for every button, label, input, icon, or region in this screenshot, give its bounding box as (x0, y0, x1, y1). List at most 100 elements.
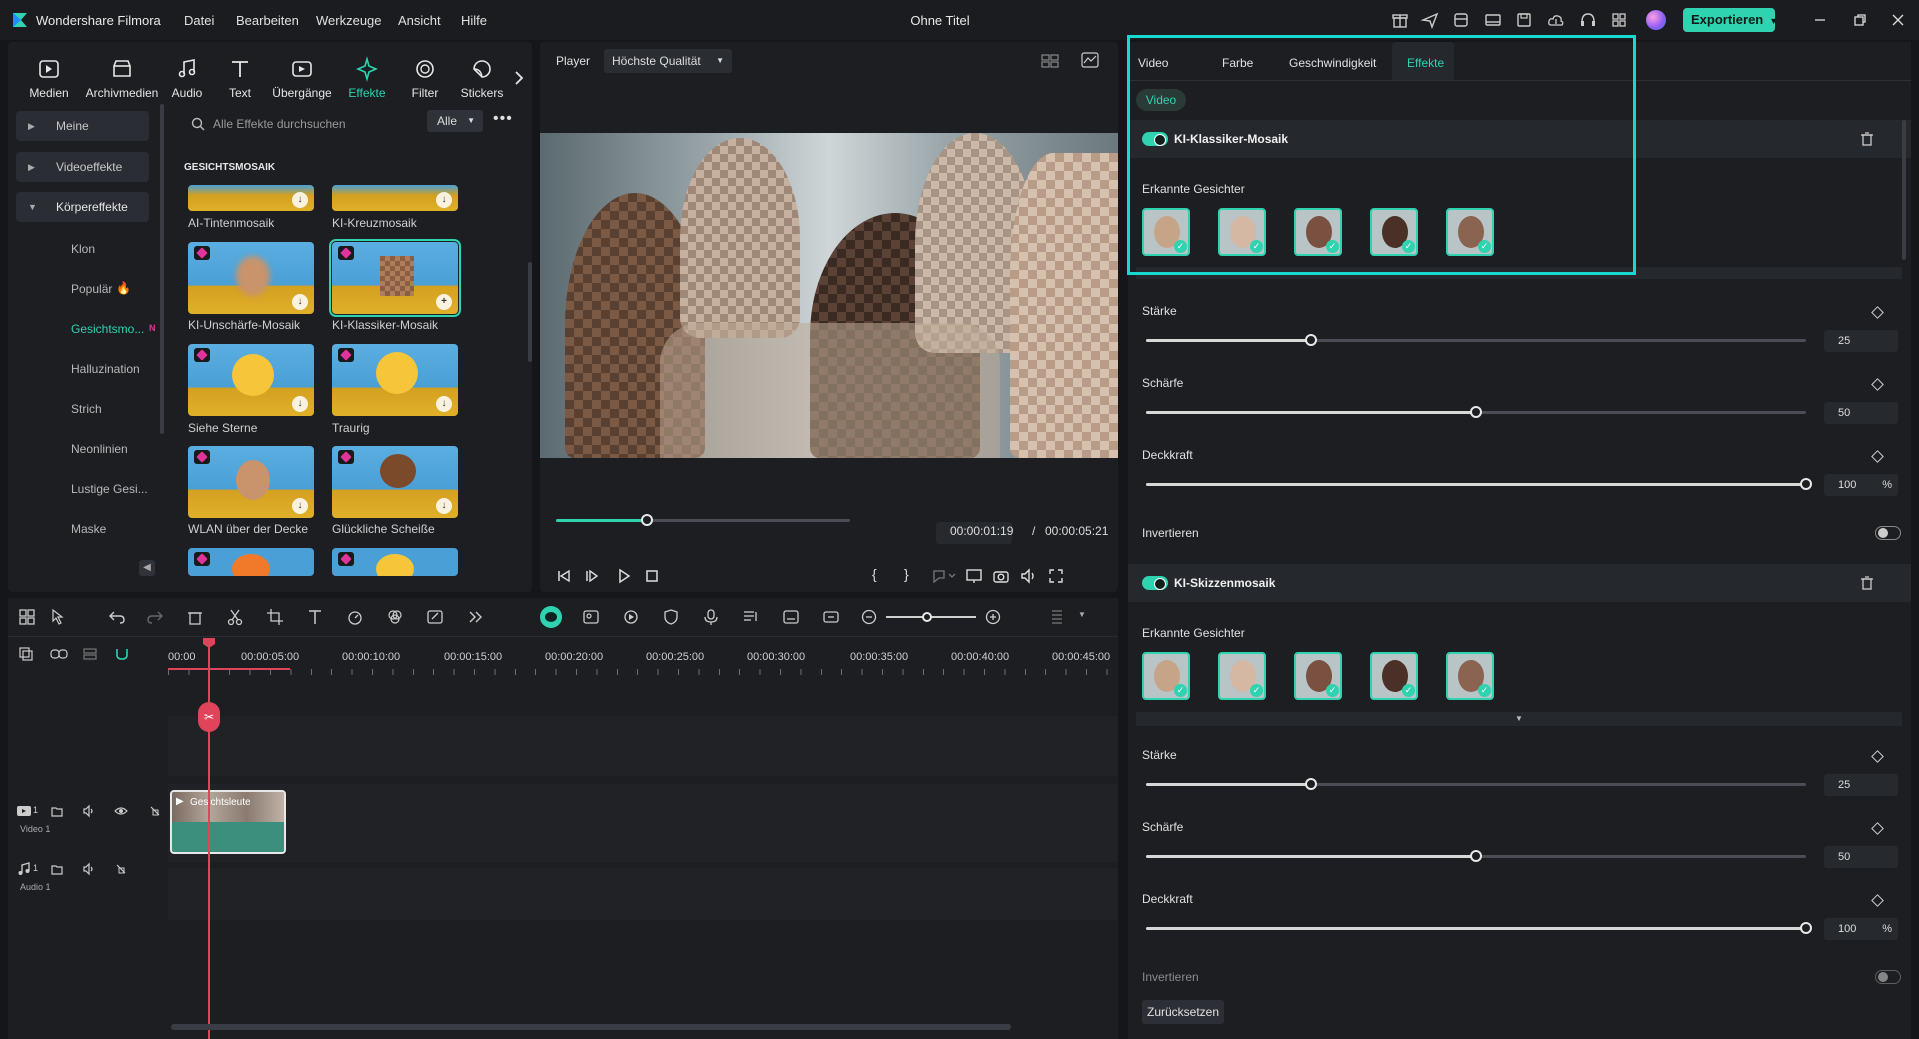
zoom-slider-knob[interactable] (922, 612, 932, 622)
speaker-icon[interactable] (82, 804, 96, 818)
apps-grid-icon[interactable] (1609, 10, 1629, 30)
export-button[interactable]: Exportieren ▼ (1683, 8, 1778, 32)
effect-thumb-ki-unschaerfe-mosaik[interactable]: ↓ (188, 242, 314, 314)
download-icon[interactable]: ↓ (436, 192, 452, 208)
slider-knob[interactable] (1470, 850, 1482, 862)
video-clip[interactable]: ▶ Gesichtsleute (170, 790, 286, 854)
slider-deckkraft-2[interactable] (1146, 922, 1812, 934)
delete-effect1-icon[interactable] (1860, 131, 1874, 147)
subtitle-icon[interactable] (782, 608, 800, 626)
keyframe-diamond-icon[interactable] (1871, 306, 1884, 319)
eye-icon[interactable] (114, 804, 128, 818)
tab-text[interactable]: Text (220, 56, 260, 100)
slider-schaerfe-2[interactable] (1146, 850, 1806, 862)
invert-toggle-2[interactable] (1875, 970, 1901, 984)
effect-thumb-ai-tintenmosaik[interactable]: ↓ (188, 185, 314, 211)
split-scissors-icon[interactable]: ✂ (198, 702, 220, 732)
chevron-down-icon[interactable]: ▼ (1078, 610, 1086, 619)
play-icon[interactable] (616, 568, 632, 584)
reset-button[interactable]: Zurücksetzen (1142, 1000, 1224, 1024)
faces-expand-bar[interactable] (1136, 267, 1902, 279)
track-layout-icon[interactable] (1048, 608, 1066, 626)
more-options-icon[interactable]: ••• (493, 110, 513, 128)
color-icon[interactable] (386, 608, 404, 626)
ai-edit-icon[interactable] (426, 608, 444, 626)
download-icon[interactable]: ↓ (292, 192, 308, 208)
headset-icon[interactable] (1578, 10, 1598, 30)
tab-geschwindigkeit[interactable]: Geschwindigkeit (1289, 56, 1376, 70)
keyframe-diamond-icon[interactable] (1871, 750, 1884, 763)
sidebar-item-gesichtsmosaik[interactable]: Gesichtsmo... (71, 322, 144, 336)
lock-icon[interactable] (114, 862, 128, 876)
tab-effekte[interactable]: Effekte (342, 56, 392, 100)
track-height-icon[interactable] (82, 646, 98, 662)
redo-icon[interactable] (146, 608, 164, 626)
audio-list-icon[interactable] (742, 608, 760, 626)
sidebar-item-strich[interactable]: Strich (71, 402, 102, 416)
shield-icon[interactable] (662, 608, 680, 626)
detected-face-4[interactable]: ✓ (1370, 652, 1418, 700)
restore-icon[interactable] (1850, 10, 1870, 30)
sidebar-item-maske[interactable]: Maske (71, 522, 106, 536)
detected-face-3[interactable]: ✓ (1294, 208, 1342, 256)
effects-scrollbar[interactable] (528, 262, 532, 362)
props-scrollbar[interactable] (1902, 120, 1906, 260)
slider-knob[interactable] (1800, 478, 1812, 490)
tab-audio[interactable]: Audio (165, 56, 209, 100)
tab-archivmedien[interactable]: Archivmedien (83, 56, 161, 100)
send-icon[interactable] (1420, 10, 1440, 30)
link-icon[interactable] (50, 646, 68, 662)
slider-knob[interactable] (1470, 406, 1482, 418)
replace-icon[interactable] (822, 608, 840, 626)
effect-thumb-ki-kreuzmosaik[interactable]: ↓ (332, 185, 458, 211)
value-deckkraft-2[interactable]: 100% (1824, 918, 1898, 940)
zoom-out-icon[interactable] (860, 608, 878, 626)
sidebar-item-neonlinien[interactable]: Neonlinien (71, 442, 128, 456)
subtab-video[interactable]: Video (1136, 89, 1186, 111)
slider-staerke-1[interactable] (1146, 334, 1806, 346)
template-icon[interactable] (1451, 10, 1471, 30)
crop-icon[interactable] (266, 608, 284, 626)
download-icon[interactable]: ↓ (436, 498, 452, 514)
display-monitor-icon[interactable] (965, 567, 983, 585)
grid-view-icon[interactable] (1040, 52, 1060, 70)
collapse-sidebar-icon[interactable]: ◀ (139, 560, 155, 576)
slider-knob[interactable] (1305, 778, 1317, 790)
text-tool-icon[interactable] (306, 608, 324, 626)
sidebar-item-populaer[interactable]: Populär (71, 282, 112, 296)
effect2-toggle[interactable] (1142, 576, 1168, 590)
detected-face-3[interactable]: ✓ (1294, 652, 1342, 700)
select-arrow-icon[interactable] (50, 608, 68, 626)
tab-medien[interactable]: Medien (18, 56, 80, 100)
keyframe-diamond-icon[interactable] (1871, 822, 1884, 835)
waveform-icon[interactable] (1080, 51, 1100, 69)
sidebar-item-klon[interactable]: Klon (71, 242, 95, 256)
undo-icon[interactable] (108, 608, 126, 626)
detected-face-2[interactable]: ✓ (1218, 652, 1266, 700)
detected-face-5[interactable]: ✓ (1446, 652, 1494, 700)
folder-icon[interactable] (50, 804, 64, 818)
category-meine[interactable]: ▶ Meine (16, 111, 149, 141)
delete-effect2-icon[interactable] (1860, 575, 1874, 591)
scissors-icon[interactable] (226, 608, 244, 626)
minimize-icon[interactable] (1810, 10, 1830, 30)
detected-face-4[interactable]: ✓ (1370, 208, 1418, 256)
category-videoeffekte[interactable]: ▶ Videoeffekte (16, 152, 149, 182)
playback-progress-knob[interactable] (641, 514, 653, 526)
user-avatar[interactable] (1646, 10, 1666, 30)
value-deckkraft-1[interactable]: 100% (1824, 474, 1898, 496)
snapshot-camera-icon[interactable] (992, 567, 1010, 585)
volume-icon[interactable] (1019, 567, 1037, 585)
layout-grid-icon[interactable] (18, 608, 36, 626)
slider-staerke-2[interactable] (1146, 778, 1806, 790)
add-track-icon[interactable] (18, 646, 34, 662)
slider-knob[interactable] (1305, 334, 1317, 346)
filter-dropdown[interactable]: Alle ▼ (427, 110, 483, 132)
sidebar-scrollbar[interactable] (160, 104, 164, 434)
lock-icon[interactable] (148, 804, 162, 818)
value-staerke-2[interactable]: 25 (1824, 774, 1898, 796)
download-icon[interactable]: ↓ (292, 498, 308, 514)
effect-thumb-love[interactable] (332, 548, 458, 576)
folder-icon[interactable] (50, 862, 64, 876)
video-preview[interactable] (540, 133, 1118, 458)
